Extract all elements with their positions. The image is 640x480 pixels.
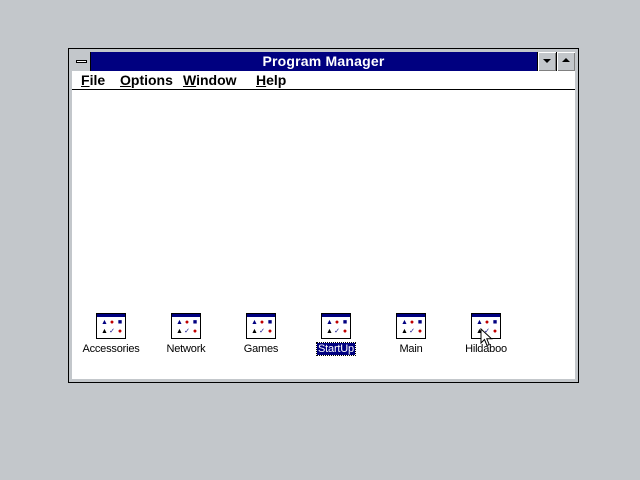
group-workspace: ▲ ● ■ ▲ ✓ ● Accessories ▲ ● ■ ▲ ✓ ● Network ▲ ● ■ … (72, 90, 575, 379)
menu-options[interactable]: Options (120, 72, 173, 88)
group-label: Games (243, 343, 279, 355)
menu-help[interactable]: Help (256, 72, 286, 88)
group-label: Accessories (82, 343, 140, 355)
minimize-button[interactable] (537, 52, 556, 71)
minimize-arrow-icon (543, 59, 551, 63)
maximize-button[interactable] (556, 52, 575, 71)
group-icon-startup[interactable]: ▲ ● ■ ▲ ✓ ● StartUp (296, 313, 376, 357)
program-group-icon: ▲ ● ■ ▲ ✓ ● (396, 313, 426, 339)
mouse-pointer-icon (480, 328, 493, 347)
title-bar[interactable]: Program Manager (72, 52, 575, 71)
group-label: Network (166, 343, 206, 355)
group-label-selected: StartUp (316, 342, 356, 356)
maximize-arrow-icon (562, 58, 570, 62)
menu-bar: File Options Window Help (72, 71, 575, 90)
program-group-icon: ▲ ● ■ ▲ ✓ ● (96, 313, 126, 339)
menu-window[interactable]: Window (183, 72, 237, 88)
group-icon-network[interactable]: ▲ ● ■ ▲ ✓ ● Network (146, 313, 226, 357)
program-group-icon: ▲ ● ■ ▲ ✓ ● (171, 313, 201, 339)
menu-file[interactable]: File (81, 72, 105, 88)
group-icon-main[interactable]: ▲ ● ■ ▲ ✓ ● Main (371, 313, 451, 357)
group-icon-games[interactable]: ▲ ● ■ ▲ ✓ ● Games (221, 313, 301, 357)
group-label: Main (399, 343, 423, 355)
program-manager-window[interactable]: Program Manager File Options Window Help… (68, 48, 579, 383)
program-group-icon: ▲ ● ■ ▲ ✓ ● (321, 313, 351, 339)
program-group-icon: ▲ ● ■ ▲ ✓ ● (246, 313, 276, 339)
window-title: Program Manager (262, 53, 385, 69)
group-icon-accessories[interactable]: ▲ ● ■ ▲ ✓ ● Accessories (71, 313, 151, 357)
